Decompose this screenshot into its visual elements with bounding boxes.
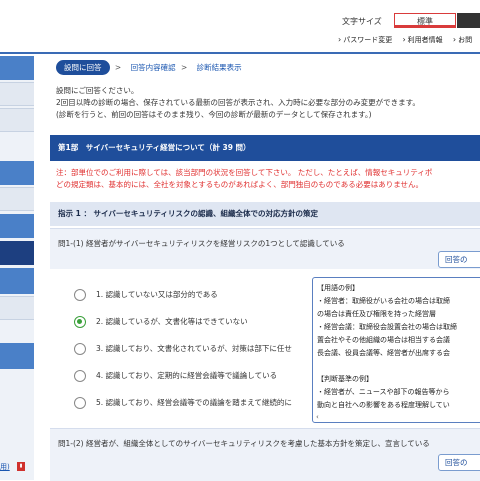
intro-line: 2回目以降の診断の場合、保存されている最新の回答が表示され、入力時に必要な部分の… [56, 98, 420, 107]
font-size-label: 文字サイズ [342, 17, 382, 26]
sidebar-item-2[interactable] [0, 82, 34, 106]
font-size-large-button[interactable] [457, 13, 480, 28]
glossary-line [317, 360, 480, 373]
sidebar-item-active[interactable] [0, 241, 34, 265]
option-label: 4. 認識しており、定期的に経営会議等で議論している [96, 371, 278, 380]
note-line: 注：部単位でのご利用に際しては、該当部門の状況を回答して下さい。 ただし、たとえ… [56, 168, 433, 177]
sidebar-item-3[interactable] [0, 108, 34, 132]
glossary-line: 【用語の例】 [317, 284, 359, 292]
user-info-link[interactable]: 利用者情報 [402, 36, 442, 44]
glossary-line: 長会議、役員会議等、経営者が出席する会 [317, 349, 450, 357]
breadcrumb-item-confirm: 回答内容確認 [130, 63, 176, 72]
question-text: 問1-(2) 経営者が、組織全体としてのサイバーセキュリティリスクを考慮した基本… [58, 439, 430, 448]
radio-button[interactable] [74, 370, 86, 382]
intro-line: (診断を行うと、前回の回答はそのまま残り、今回の診断が最新のデータとして保存され… [56, 110, 372, 119]
question-block: 問1-(2) 経営者が、組織全体としてのサイバーセキュリティリスクを考慮した基本… [50, 428, 480, 481]
radio-button[interactable] [74, 289, 86, 301]
password-change-link[interactable]: パスワード変更 [338, 36, 392, 44]
question-text: 問1-(1) 経営者がサイバーセキュリティリスクを経営リスクの1つとして認識して… [58, 239, 345, 248]
sidebar-item-1[interactable] [0, 56, 34, 80]
breadcrumb-separator: > [114, 63, 122, 72]
section-title: 第1部 サイバーセキュリティ経営について（計 39 問） [50, 135, 480, 161]
answer-option[interactable]: 1. 認識していない又は部分的である [74, 286, 324, 304]
sidebar-item-6[interactable] [0, 214, 34, 238]
breadcrumb-item-result: 診断結果表示 [196, 63, 242, 72]
glossary-line: 【判断基準の例】 [317, 375, 373, 383]
glossary-line: ・経営会議：取締役会設置会社の場合は取締 [317, 323, 457, 331]
glossary-line: 置会社やその他組織の場合は相当する会議 [317, 336, 450, 344]
intro-text: 設問にご回答ください。 2回目以降の診断の場合、保存されている最新の回答が表示さ… [56, 85, 420, 121]
header-links: パスワード変更 利用者情報 お問 [338, 35, 480, 45]
response-example-button[interactable]: 回答の [438, 454, 480, 471]
glossary-line: の場合は責任及び権限を持った経営層 [317, 310, 436, 318]
response-example-button[interactable]: 回答の [438, 251, 480, 268]
option-label: 2. 認識しているが、文書化等はできていない [96, 317, 248, 326]
option-label: 3. 認識しており、文書化されているが、対策は部下に任せ [96, 344, 292, 353]
note-line: どの規定類は、基本的には、全社を対象とするものがあればよく、部門独自のものである… [56, 180, 423, 189]
option-label: 1. 認識していない又は部分的である [96, 290, 218, 299]
radio-button-checked[interactable] [74, 316, 86, 328]
sidebar: 用) ▮ [0, 56, 34, 480]
glossary-line: ・経営者が、ニュースや部下の報告等から [317, 388, 450, 396]
sidebar-item-9[interactable] [0, 343, 34, 369]
answer-option[interactable]: 3. 認識しており、文書化されているが、対策は部下に任せ [74, 340, 324, 358]
question-block: 問1-(1) 経営者がサイバーセキュリティリスクを経営リスクの1つとして認識して… [50, 228, 480, 269]
radio-button[interactable] [74, 343, 86, 355]
sidebar-item-5[interactable] [0, 187, 34, 211]
glossary-box[interactable]: 【用語の例】 ・経営者：取締役がいる会社の場合は取締 の場合は責任及び権限を持っ… [312, 277, 480, 423]
sidebar-item-8[interactable] [0, 296, 34, 320]
note-text: 注：部単位でのご利用に際しては、該当部門の状況を回答して下さい。 ただし、たとえ… [56, 167, 432, 191]
header-divider [0, 52, 480, 54]
glossary-line: 動向と自社への影響をある程度理解してい [317, 401, 450, 409]
scroll-left-icon[interactable]: ‹ [316, 413, 326, 421]
sidebar-manual-link[interactable]: 用) [0, 462, 10, 472]
main-content: 設問に回答 > 回答内容確認 > 診断結果表示 設問にご回答ください。 2回目以… [50, 56, 480, 481]
answer-option[interactable]: 4. 認識しており、定期的に経営会議等で議論している [74, 367, 324, 385]
glossary-line: ・経営者：取締役がいる会社の場合は取締 [317, 297, 450, 305]
radio-button[interactable] [74, 397, 86, 409]
breadcrumb: 設問に回答 > 回答内容確認 > 診断結果表示 [56, 60, 242, 75]
breadcrumb-separator: > [180, 63, 188, 72]
sidebar-item-4[interactable] [0, 161, 34, 185]
top-bar: 文字サイズ 標準 パスワード変更 利用者情報 お問 [0, 0, 480, 52]
font-size-standard-button[interactable]: 標準 [394, 13, 456, 28]
breadcrumb-current: 設問に回答 [56, 60, 110, 75]
intro-line: 設問にご回答ください。 [56, 86, 139, 95]
inquiry-link[interactable]: お問 [453, 36, 472, 44]
pdf-icon: ▮ [17, 462, 25, 471]
answer-option[interactable]: 2. 認識しているが、文書化等はできていない [74, 313, 324, 331]
answer-option[interactable]: 5. 認識しており、経営会議等での議論を踏まえて継続的に [74, 394, 324, 412]
indicator-title: 指示 1 ： サイバーセキュリティリスクの認識、組織全体での対応方針の策定 [50, 202, 480, 226]
sidebar-item-7[interactable] [0, 268, 34, 294]
option-label: 5. 認識しており、経営会議等での議論を踏まえて継続的に [96, 398, 292, 407]
